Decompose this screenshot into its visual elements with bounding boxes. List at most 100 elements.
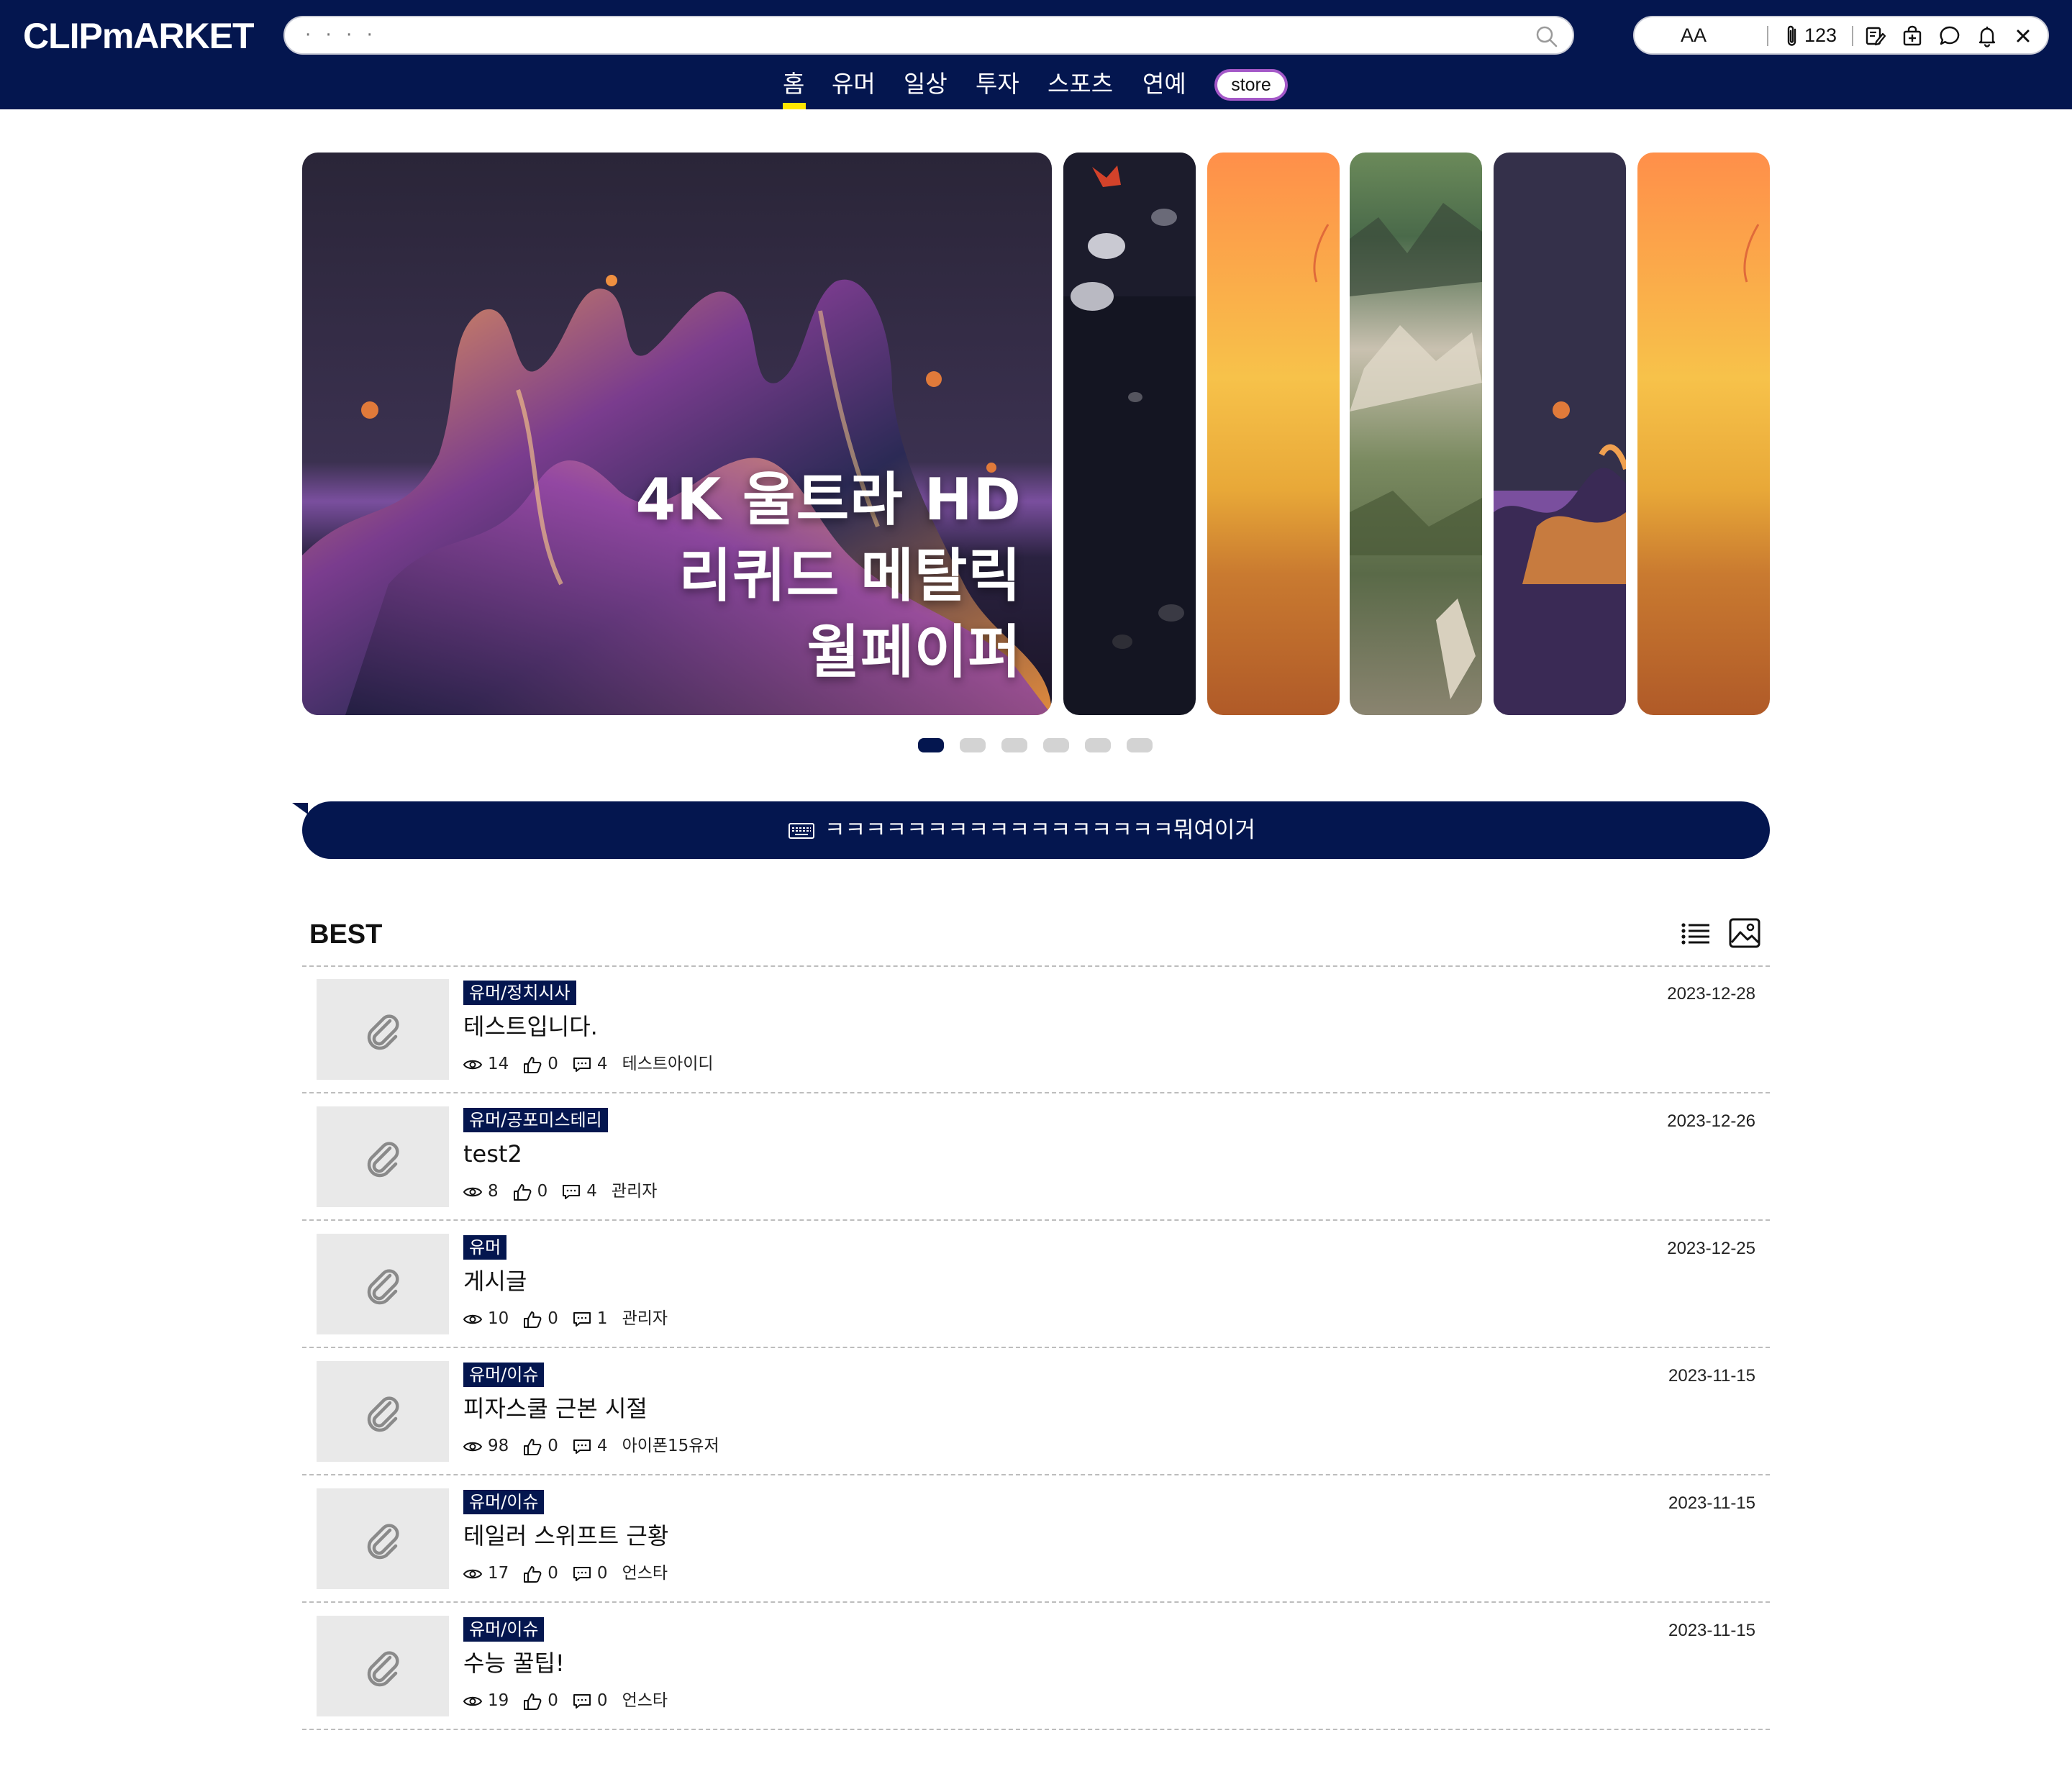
post-thumbnail[interactable] xyxy=(317,979,449,1080)
carousel-thumb[interactable] xyxy=(1207,153,1340,715)
post-thumbnail[interactable] xyxy=(317,1234,449,1334)
post-thumbnail[interactable] xyxy=(317,1106,449,1207)
carousel-dot[interactable] xyxy=(1001,738,1027,752)
eye-icon xyxy=(463,1442,483,1451)
thumbs-up-icon xyxy=(524,1056,542,1073)
post-likes: 0 xyxy=(547,1055,558,1073)
close-icon[interactable] xyxy=(2012,24,2035,47)
comment-icon xyxy=(573,1439,591,1454)
carousel-title: 4K 울트라 HD 리퀴드 메탈릭 월페이퍼 xyxy=(635,462,1022,691)
nav-daily[interactable]: 일상 xyxy=(904,66,948,102)
post-category-badge[interactable]: 유머/이슈 xyxy=(463,1617,545,1642)
thumbs-up-icon xyxy=(513,1183,532,1201)
post-date: 2023-11-15 xyxy=(1668,1366,1755,1386)
post-thumbnail[interactable] xyxy=(317,1616,449,1716)
post-likes: 0 xyxy=(547,1564,558,1583)
write-icon[interactable] xyxy=(1863,24,1886,47)
post-date: 2023-11-15 xyxy=(1668,1621,1755,1640)
comment-icon xyxy=(573,1693,591,1709)
post-comments: 0 xyxy=(596,1691,608,1710)
post-author[interactable]: 관리자 xyxy=(612,1182,657,1201)
nav-home[interactable]: 홈 xyxy=(783,66,804,102)
post-author[interactable]: 아이폰15유저 xyxy=(622,1437,719,1455)
post-date: 2023-12-25 xyxy=(1667,1239,1755,1258)
thumbs-up-icon xyxy=(524,1693,542,1710)
site-logo[interactable]: CLIPmARKET xyxy=(23,13,255,59)
carousel-dot[interactable] xyxy=(960,738,986,752)
post-row[interactable]: 유머/이슈 테일러 스위프트 근황 2023-11-15 17 0 0 언스타 xyxy=(302,1475,1770,1603)
post-likes: 0 xyxy=(547,1691,558,1710)
paperclip-icon xyxy=(367,1014,399,1050)
sunset-image xyxy=(1207,153,1340,715)
post-title[interactable]: 피자스쿨 근본 시절 xyxy=(463,1391,648,1426)
post-date: 2023-12-28 xyxy=(1667,984,1755,1004)
carousel-dot[interactable] xyxy=(1127,738,1153,752)
nav-sports[interactable]: 스포츠 xyxy=(1048,66,1113,102)
post-comments: 4 xyxy=(596,1437,608,1455)
font-size-toggle[interactable]: AA xyxy=(1681,17,1707,53)
chat-icon[interactable] xyxy=(1938,24,1961,47)
carousel-main-slide[interactable]: 4K 울트라 HD 리퀴드 메탈릭 월페이퍼 xyxy=(302,153,1052,715)
post-thumbnail[interactable] xyxy=(317,1361,449,1462)
bell-icon[interactable] xyxy=(1976,24,1999,47)
post-title[interactable]: 테스트입니다. xyxy=(463,1009,598,1044)
keyboard-icon xyxy=(789,823,814,839)
post-category-badge[interactable]: 유머/이슈 xyxy=(463,1490,545,1514)
post-title[interactable]: test2 xyxy=(463,1137,522,1171)
post-title[interactable]: 수능 꿀팁! xyxy=(463,1646,565,1680)
post-category-badge[interactable]: 유머/이슈 xyxy=(463,1363,545,1387)
eye-icon xyxy=(463,1314,483,1324)
paperclip-icon xyxy=(367,1524,399,1560)
post-author[interactable]: 언스타 xyxy=(622,1564,668,1583)
post-author[interactable]: 관리자 xyxy=(622,1309,668,1328)
carousel-dot-active[interactable] xyxy=(918,738,944,752)
post-comments: 0 xyxy=(596,1564,608,1583)
post-row[interactable]: 유머 게시글 2023-12-25 10 0 1 관리자 xyxy=(302,1221,1770,1348)
nav-invest[interactable]: 투자 xyxy=(976,66,1019,102)
post-meta: 10 0 1 관리자 xyxy=(463,1306,668,1332)
nav-entertainment[interactable]: 연예 xyxy=(1142,66,1186,102)
carousel-dot[interactable] xyxy=(1085,738,1111,752)
post-row[interactable]: 유머/이슈 피자스쿨 근본 시절 2023-11-15 98 0 4 아이폰15유저 xyxy=(302,1348,1770,1475)
image-view-icon[interactable] xyxy=(1729,918,1760,948)
notice-text[interactable]: ㅋㅋㅋㅋㅋㅋㅋㅋㅋㅋㅋㅋㅋㅋㅋㅋㅋ뭐여이거 xyxy=(824,801,1255,859)
post-title[interactable]: 게시글 xyxy=(463,1264,527,1298)
carousel-thumb[interactable] xyxy=(1350,153,1482,715)
paperclip-icon xyxy=(367,1142,399,1178)
post-row[interactable]: 유머/정치시사 테스트입니다. 2023-12-28 14 0 4 테스트아이디 xyxy=(302,966,1770,1093)
carousel-dot[interactable] xyxy=(1043,738,1069,752)
nav-humor[interactable]: 유머 xyxy=(832,66,876,102)
search-input[interactable] xyxy=(305,17,1492,53)
search-icon[interactable] xyxy=(1535,25,1558,48)
store-button[interactable]: store xyxy=(1214,69,1288,101)
post-views: 10 xyxy=(488,1309,509,1328)
search-bar[interactable] xyxy=(283,16,1574,55)
store-bag-icon[interactable] xyxy=(1901,24,1924,47)
post-title[interactable]: 테일러 스위프트 근황 xyxy=(463,1519,668,1553)
post-category-badge[interactable]: 유머 xyxy=(463,1235,507,1260)
post-meta: 17 0 0 언스타 xyxy=(463,1560,668,1586)
post-thumbnail[interactable] xyxy=(317,1488,449,1589)
space-rocks-image xyxy=(1063,153,1196,715)
post-views: 19 xyxy=(488,1691,509,1710)
divider xyxy=(1852,26,1853,46)
post-category-badge[interactable]: 유머/공포미스테리 xyxy=(463,1108,608,1132)
nav-active-indicator xyxy=(783,103,806,109)
carousel-title-line: 4K 울트라 HD xyxy=(635,466,1022,533)
post-meta: 98 0 4 아이폰15유저 xyxy=(463,1433,719,1459)
post-row[interactable]: 유머/공포미스테리 test2 2023-12-26 8 0 4 관리자 xyxy=(302,1093,1770,1221)
post-date: 2023-11-15 xyxy=(1668,1493,1755,1513)
post-author[interactable]: 테스트아이디 xyxy=(622,1055,714,1073)
post-category-badge[interactable]: 유머/정치시사 xyxy=(463,981,576,1005)
post-row[interactable]: 유머/이슈 수능 꿀팁! 2023-11-15 19 0 0 언스타 xyxy=(302,1603,1770,1730)
attachment-count[interactable]: 123 xyxy=(1804,17,1837,53)
carousel-thumb[interactable] xyxy=(1494,153,1626,715)
carousel-thumb[interactable] xyxy=(1063,153,1196,715)
liquid-metallic-image xyxy=(1494,153,1626,715)
comment-icon xyxy=(573,1566,591,1581)
comment-icon xyxy=(563,1184,581,1199)
list-view-icon[interactable] xyxy=(1681,921,1711,947)
post-author[interactable]: 언스타 xyxy=(622,1691,668,1710)
carousel-thumb[interactable] xyxy=(1637,153,1770,715)
post-views: 8 xyxy=(488,1182,499,1201)
